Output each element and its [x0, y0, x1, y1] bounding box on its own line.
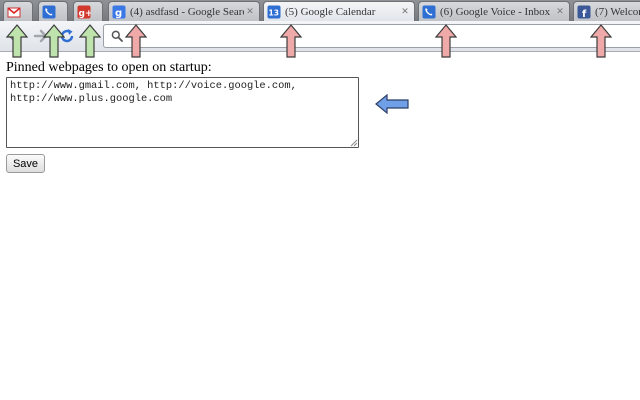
svg-text:g: g [115, 8, 122, 19]
green-up-arrow-2 [43, 24, 65, 58]
tab-strip: g+ g (4) asdfasd - Google Searc ✕ 13 (5)… [0, 0, 640, 21]
svg-text:f: f [582, 9, 587, 19]
pinned-pages-label: Pinned webpages to open on startup: [6, 60, 212, 75]
tab-facebook-welcome[interactable]: f (7) Welcom [573, 1, 640, 21]
google-voice-icon [422, 5, 436, 18]
close-icon[interactable]: ✕ [554, 7, 566, 17]
svg-text:g+: g+ [79, 9, 92, 19]
tab-google-search[interactable]: g (4) asdfasd - Google Searc ✕ [108, 1, 260, 21]
search-icon [111, 30, 123, 42]
google-calendar-icon: 13 [267, 5, 281, 18]
google-voice-icon [42, 5, 56, 18]
close-icon[interactable]: ✕ [399, 7, 411, 17]
tab-title: (4) asdfasd - Google Searc [130, 5, 244, 18]
save-button[interactable]: Save [6, 154, 45, 173]
svg-text:13: 13 [269, 8, 279, 17]
tab-title: (6) Google Voice - Inbox [440, 5, 551, 18]
tab-pinned-gmail[interactable] [3, 1, 33, 21]
resize-grip-icon[interactable] [349, 138, 358, 147]
pinned-urls-textarea[interactable]: http://www.gmail.com, http://voice.googl… [6, 77, 359, 148]
facebook-icon: f [577, 5, 591, 19]
gmail-icon [7, 7, 21, 17]
green-up-arrow-1 [6, 24, 28, 58]
tab-pinned-google-plus[interactable]: g+ [73, 1, 103, 21]
google-search-icon: g [112, 5, 126, 19]
red-up-arrow-3 [435, 24, 457, 58]
red-up-arrow-2 [280, 24, 302, 58]
tab-title: (7) Welcom [595, 5, 640, 18]
omnibox[interactable] [103, 24, 640, 48]
red-up-arrow-4 [590, 24, 612, 58]
blue-left-arrow [375, 94, 409, 114]
google-plus-icon: g+ [77, 5, 91, 19]
tab-title: (5) Google Calendar [285, 5, 376, 18]
red-up-arrow-1 [125, 24, 147, 58]
green-up-arrow-3 [79, 24, 101, 58]
tab-pinned-google-voice[interactable] [38, 1, 68, 21]
close-icon[interactable]: ✕ [244, 7, 256, 17]
tab-google-calendar[interactable]: 13 (5) Google Calendar ✕ [263, 1, 415, 21]
tab-google-voice-inbox[interactable]: (6) Google Voice - Inbox ✕ [418, 1, 570, 21]
